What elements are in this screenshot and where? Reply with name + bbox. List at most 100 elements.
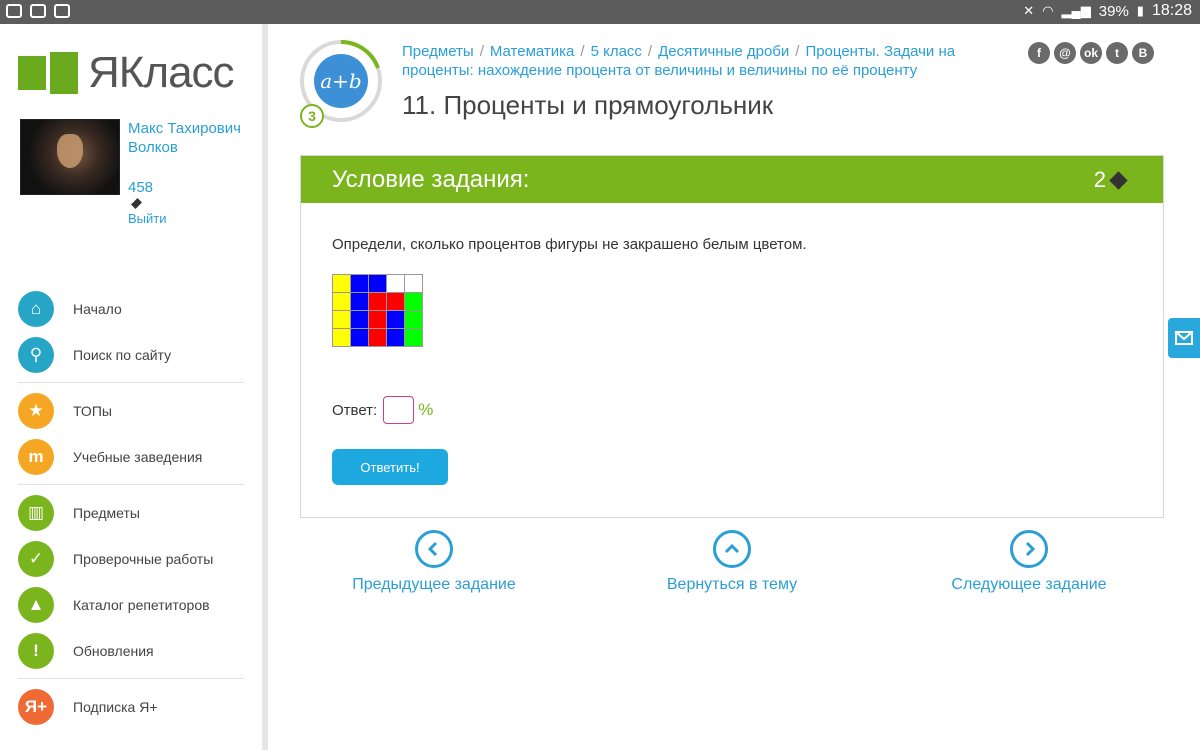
book-icon: ▥	[18, 495, 54, 531]
next-task-label[interactable]: Следующее задание	[940, 576, 1118, 594]
sidebar-item-label: Обновления	[73, 643, 154, 659]
user-name[interactable]: Макс Тахирович Волков	[128, 119, 248, 157]
breadcrumb: Предметы / Математика / 5 класс / Десятичные д…	[402, 42, 1022, 80]
sidebar-item-label: Учебные заведения	[73, 449, 203, 465]
clock: 18:28	[1151, 2, 1192, 19]
menu-divider	[18, 678, 244, 679]
site-logo[interactable]: ЯКласс	[18, 48, 235, 98]
home-icon: ⌂	[18, 291, 54, 327]
sidebar: ЯКласс Макс Тахирович Волков 458 Выйти ⌂…	[0, 24, 262, 750]
sidebar-item-label: Подписка Я+	[73, 699, 158, 715]
menu-divider	[18, 382, 244, 383]
grid-cell	[369, 329, 387, 347]
mail-ru-icon[interactable]: @	[1054, 42, 1076, 64]
vkontakte-icon[interactable]: В	[1132, 42, 1154, 64]
search-icon: ⚲	[18, 337, 54, 373]
topic-progress-ring: a+b 3	[300, 40, 382, 128]
prev-task-link[interactable]: Предыдущее задание	[340, 530, 528, 594]
answer-label: Ответ:	[332, 401, 378, 419]
sidebar-divider	[262, 24, 268, 750]
sidebar-item-label: Начало	[73, 301, 122, 317]
sidebar-item-label: ТОПы	[73, 403, 112, 419]
breadcrumb-link[interactable]: Десятичные дроби	[658, 43, 789, 60]
submit-button[interactable]: Ответить!	[332, 449, 448, 485]
wifi-icon: ◠	[1042, 3, 1054, 18]
grid-cell	[333, 329, 351, 347]
avatar[interactable]	[20, 119, 120, 195]
answer-row: Ответ: %	[332, 396, 433, 424]
task-question: Определи, сколько процентов фигуры не за…	[332, 236, 807, 253]
sidebar-item-1[interactable]: ⌂ Начало	[18, 286, 244, 332]
chevron-right-icon[interactable]	[1010, 530, 1048, 568]
grid-cell	[387, 293, 405, 311]
grid-cell	[333, 293, 351, 311]
user-points: 458	[128, 179, 153, 213]
grid-cell	[369, 293, 387, 311]
grid-cell	[351, 329, 369, 347]
grid-cell	[333, 275, 351, 293]
prev-task-label[interactable]: Предыдущее задание	[340, 576, 528, 594]
back-to-topic-label[interactable]: Вернуться в тему	[652, 576, 812, 594]
check-icon: ✓	[18, 541, 54, 577]
status-bar: ✕ ◠ ▂▄▆ 39% ▮ 18:28	[0, 0, 1200, 24]
menu-divider	[18, 484, 244, 485]
task-points-value: 2	[1093, 167, 1106, 192]
grid-cell	[351, 311, 369, 329]
sidebar-menu: ⌂ Начало ⚲ Поиск по сайту ★ ТОПы m Учебные заве…	[18, 286, 244, 730]
next-task-link[interactable]: Следующее задание	[940, 530, 1118, 594]
mute-icon: ✕	[1023, 3, 1035, 18]
topic-level-badge: 3	[300, 104, 324, 128]
star-icon: ★	[18, 393, 54, 429]
breadcrumb-separator: /	[795, 43, 800, 60]
grid-cell	[387, 275, 405, 293]
sidebar-item-6[interactable]: ✓ Проверочные работы	[18, 536, 244, 582]
logout-link[interactable]: Выйти	[128, 211, 167, 226]
envelope-icon	[1175, 331, 1193, 345]
grid-cell	[369, 311, 387, 329]
book-logo-icon	[18, 52, 80, 94]
battery-icon: ▮	[1136, 3, 1144, 18]
colored-grid-figure	[332, 274, 423, 347]
sidebar-item-2[interactable]: ⚲ Поиск по сайту	[18, 332, 244, 378]
grid-cell	[351, 293, 369, 311]
topic-symbol: a+b	[314, 54, 368, 108]
chevron-up-icon[interactable]	[713, 530, 751, 568]
sidebar-item-7[interactable]: ▲ Каталог репетиторов	[18, 582, 244, 628]
gem-icon	[1109, 170, 1128, 190]
back-to-topic-link[interactable]: Вернуться в тему	[652, 530, 812, 594]
percent-unit: %	[418, 400, 434, 419]
breadcrumb-separator: /	[479, 43, 484, 60]
feedback-mail-button[interactable]	[1168, 318, 1200, 358]
answer-input[interactable]	[383, 396, 415, 424]
sidebar-item-4[interactable]: m Учебные заведения	[18, 434, 244, 480]
sidebar-item-5[interactable]: ▥ Предметы	[18, 490, 244, 536]
sidebar-item-label: Предметы	[73, 505, 140, 521]
breadcrumb-link[interactable]: Математика	[490, 43, 575, 60]
sidebar-item-9[interactable]: Я+ Подписка Я+	[18, 684, 244, 730]
logo-text: ЯКласс	[88, 48, 235, 97]
twitter-icon[interactable]: t	[1106, 42, 1128, 64]
gem-icon	[131, 198, 142, 209]
odnoklassniki-icon[interactable]: ok	[1080, 42, 1102, 64]
page-title: 11. Проценты и прямоугольник	[402, 90, 774, 120]
grid-cell	[405, 311, 423, 329]
school-icon: m	[18, 439, 54, 475]
breadcrumb-separator: /	[647, 43, 653, 60]
breadcrumb-link[interactable]: Предметы	[402, 43, 474, 60]
grid-cell	[405, 293, 423, 311]
task-header: Условие задания: 2	[301, 156, 1163, 203]
signal-icon: ▂▄▆	[1061, 3, 1091, 18]
battery-percent: 39%	[1098, 2, 1129, 20]
chevron-left-icon[interactable]	[415, 530, 453, 568]
breadcrumb-link[interactable]: 5 класс	[591, 43, 642, 60]
facebook-icon[interactable]: f	[1028, 42, 1050, 64]
sidebar-item-label: Проверочные работы	[73, 551, 214, 567]
grid-cell	[351, 275, 369, 293]
grid-cell	[405, 329, 423, 347]
grid-cell	[369, 275, 387, 293]
user-points-value: 458	[128, 179, 154, 196]
sidebar-item-8[interactable]: ! Обновления	[18, 628, 244, 674]
graduation-cap-icon: ▲	[18, 587, 54, 623]
sidebar-item-3[interactable]: ★ ТОПы	[18, 388, 244, 434]
social-share: f @ ok t В	[1028, 42, 1154, 64]
